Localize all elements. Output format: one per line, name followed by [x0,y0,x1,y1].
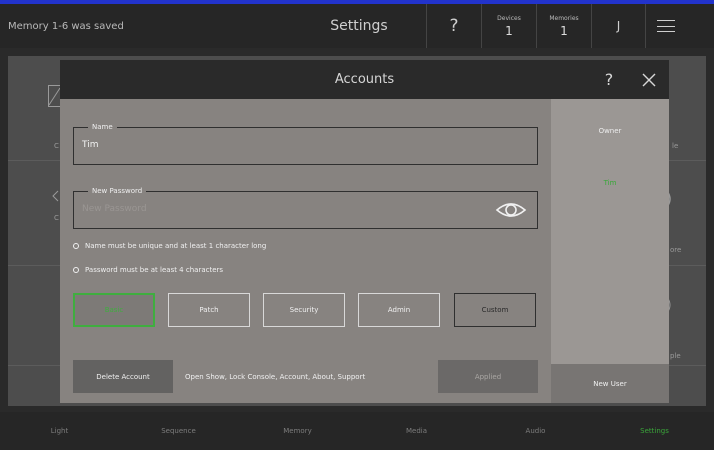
delete-account-button[interactable]: Delete Account [73,360,173,393]
name-field-label: Name [88,122,117,132]
top-bar: Memory 1-6 was saved Settings ? Devices … [0,4,714,48]
user-list-item[interactable]: Tim [551,179,669,187]
devices-button[interactable]: Devices 1 [481,4,536,48]
user-button[interactable]: J [591,4,645,48]
nav-sequence[interactable]: Sequence [119,412,238,450]
role-patch-button[interactable]: Patch [168,293,250,327]
help-button[interactable]: ? [426,4,481,48]
dialog-close-button[interactable] [636,60,662,99]
devices-label: Devices [497,14,521,22]
role-admin-button[interactable]: Admin [358,293,440,327]
settings-fragment: ple [670,352,681,360]
nav-memory[interactable]: Memory [238,412,357,450]
dialog-help-button[interactable]: ? [596,60,622,99]
hamburger-icon [656,20,675,32]
rule-text: Name must be unique and at least 1 chara… [85,242,267,250]
nav-media[interactable]: Media [357,412,476,450]
new-password-field[interactable]: New Password New Password [73,186,538,229]
memories-button[interactable]: Memories 1 [536,4,591,48]
role-security-button[interactable]: Security [263,293,345,327]
settings-fragment: ore [670,246,682,254]
settings-fragment: le [672,142,679,150]
role-basic-button[interactable]: Basic [73,293,155,327]
nav-audio[interactable]: Audio [476,412,595,450]
status-message: Memory 1-6 was saved [8,20,124,32]
bottom-navigation: Light Sequence Memory Media Audio Settin… [0,412,714,450]
help-icon: ? [604,70,614,89]
devices-count: 1 [505,23,513,38]
memories-label: Memories [549,14,579,22]
name-field-value: Tim [82,140,99,150]
menu-button[interactable] [645,4,685,48]
eye-icon[interactable] [495,198,527,222]
applied-button[interactable]: Applied [438,360,538,393]
settings-fragment: C [54,214,59,222]
password-placeholder: New Password [82,204,147,214]
role-custom-button[interactable]: Custom [454,293,536,327]
page-title: Settings [330,18,388,34]
new-user-button[interactable]: New User [551,364,669,403]
accounts-dialog: Accounts ? Name Tim New Password New Pas… [60,60,669,403]
validation-rule: Name must be unique and at least 1 chara… [73,240,266,252]
password-field-label: New Password [88,186,147,196]
chevron-left-icon [52,190,59,202]
rule-text: Password must be at least 4 characters [85,266,224,274]
permissions-summary: Open Show, Lock Console, Account, About,… [185,372,366,381]
circle-icon [73,243,79,249]
memories-count: 1 [560,23,568,38]
validation-rule: Password must be at least 4 characters [73,264,223,276]
owner-label: Owner [598,127,622,135]
name-field[interactable]: Name Tim [73,122,538,165]
dialog-title: Accounts [334,72,395,87]
close-icon [642,73,656,86]
nav-light[interactable]: Light [0,412,119,450]
settings-fragment: C [54,142,59,150]
user-initial: J [616,19,621,33]
help-icon: ? [449,16,459,36]
circle-icon [73,267,79,273]
user-list-panel: Owner Tim New User [551,99,669,403]
nav-settings[interactable]: Settings [595,412,714,450]
